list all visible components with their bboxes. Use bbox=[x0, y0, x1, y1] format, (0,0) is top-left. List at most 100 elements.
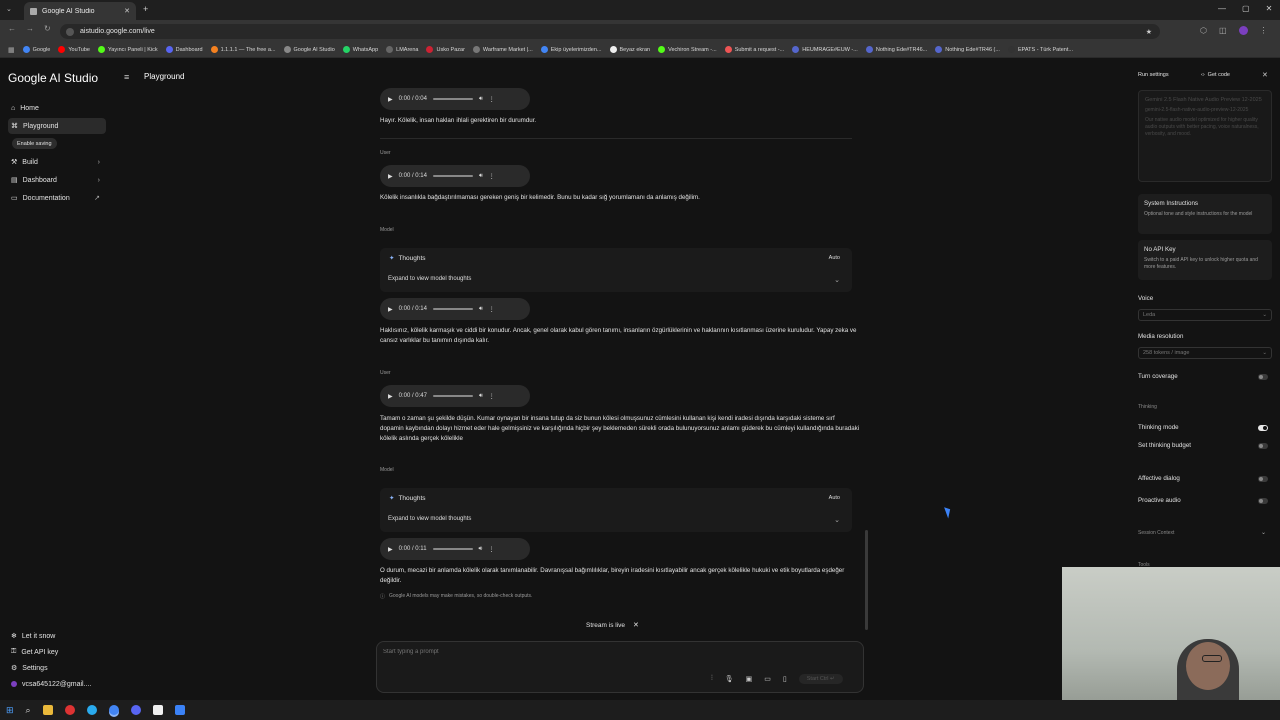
media-resolution-select[interactable]: 258 tokens / image ⌄ bbox=[1138, 347, 1272, 359]
omnibox[interactable]: aistudio.google.com/live ★ bbox=[60, 24, 1160, 39]
screen-share-icon[interactable]: ▭ bbox=[764, 675, 771, 683]
chrome-icon[interactable] bbox=[108, 705, 119, 715]
bookmark-item[interactable]: Submit a request -... bbox=[724, 46, 784, 53]
thinking-mode-toggle[interactable] bbox=[1258, 425, 1268, 431]
back-icon[interactable]: ← bbox=[8, 24, 16, 33]
prompt-input[interactable] bbox=[383, 649, 683, 655]
sidebar-item-dashboard[interactable]: ▤ Dashboard › bbox=[8, 172, 106, 188]
more-icon[interactable]: ⋮ bbox=[488, 546, 494, 553]
chevron-down-icon[interactable]: ⌄ bbox=[834, 516, 840, 524]
run-button[interactable]: Start Ctrl ↵ bbox=[798, 674, 843, 684]
audio-progress[interactable] bbox=[432, 308, 473, 310]
sidebar-item-documentation[interactable]: ▭ Documentation ↗ bbox=[8, 190, 106, 206]
audio-player[interactable]: ▶ 0:00 / 0:14 🔊︎ ⋮ bbox=[380, 298, 530, 320]
expand-thoughts-link[interactable]: Expand to view model thoughts bbox=[388, 516, 471, 522]
thoughts-panel[interactable]: ✦ Thoughts Auto Expand to view model thou… bbox=[380, 248, 852, 292]
expand-thoughts-link[interactable]: Expand to view model thoughts bbox=[388, 276, 471, 282]
sidebar-item-let-it-snow[interactable]: ❄ Let it snow bbox=[8, 628, 106, 644]
reload-icon[interactable]: ↻ bbox=[44, 24, 51, 33]
audio-progress[interactable] bbox=[432, 175, 473, 177]
turn-coverage-toggle[interactable] bbox=[1258, 374, 1268, 380]
bookmark-item[interactable]: Dashboard bbox=[165, 46, 203, 53]
sidebar-item-build[interactable]: ⚒ Build › bbox=[8, 154, 106, 170]
puzzle-icon[interactable]: ◫ bbox=[1219, 26, 1227, 35]
sidebar-item-home[interactable]: ⌂ Home bbox=[8, 100, 106, 116]
audio-progress[interactable] bbox=[432, 548, 473, 550]
menu-toggle-icon[interactable]: ≡ bbox=[124, 72, 129, 82]
file-explorer-icon[interactable] bbox=[42, 705, 53, 715]
search-icon[interactable]: ⌕ bbox=[26, 705, 31, 716]
tab-list-icon[interactable]: ⌄ bbox=[6, 5, 12, 13]
affective-dialog-toggle[interactable] bbox=[1258, 476, 1268, 482]
audio-player[interactable]: ▶ 0:00 / 0:11 🔊︎ ⋮ bbox=[380, 538, 530, 560]
bookmark-item[interactable]: Ekip üyelerimizden... bbox=[540, 46, 602, 53]
audio-player[interactable]: ▶ 0:00 / 0:14 🔊︎ ⋮ bbox=[380, 165, 530, 187]
telegram-icon[interactable] bbox=[86, 705, 97, 715]
play-icon[interactable]: ▶ bbox=[388, 393, 393, 400]
tab-close-icon[interactable]: ✕ bbox=[124, 7, 130, 15]
more-icon[interactable]: ⋮ bbox=[489, 393, 495, 400]
api-key-card[interactable]: No API Key Switch to a paid API key to u… bbox=[1138, 240, 1272, 280]
profile-avatar[interactable] bbox=[1238, 26, 1248, 35]
bookmark-item[interactable]: Google AI Studio bbox=[283, 46, 335, 53]
audio-progress[interactable] bbox=[432, 98, 473, 100]
sidebar-item-playground[interactable]: ⌘ Playground bbox=[8, 118, 106, 134]
volume-icon[interactable]: 🔊︎ bbox=[479, 306, 483, 313]
more-icon[interactable]: ⋮ bbox=[489, 306, 495, 313]
chat-scrollbar[interactable] bbox=[865, 530, 868, 630]
new-tab-icon[interactable]: + bbox=[143, 4, 148, 14]
volume-icon[interactable]: 🔊︎ bbox=[479, 96, 483, 103]
bookmark-star-icon[interactable]: ★ bbox=[1146, 28, 1152, 36]
video-icon[interactable]: ▣ bbox=[746, 675, 753, 683]
more-menu-icon[interactable]: ⋮ bbox=[1260, 26, 1268, 35]
sidebar-item-get-api-key[interactable]: ⚿ Get API key bbox=[8, 644, 106, 660]
bookmark-item[interactable]: Usko Pazar bbox=[426, 46, 465, 53]
system-instructions-card[interactable]: System Instructions Optional tone and st… bbox=[1138, 194, 1272, 234]
play-icon[interactable]: ▶ bbox=[388, 546, 393, 553]
extension-icon[interactable]: ⬡ bbox=[1200, 26, 1207, 35]
windows-start-icon[interactable]: ⊞ bbox=[6, 705, 14, 716]
bookmark-item[interactable]: Yayıncı Paneli | Kick bbox=[98, 46, 158, 53]
more-icon[interactable]: ⋮ bbox=[489, 96, 495, 103]
bookmark-item[interactable]: LMArena bbox=[386, 46, 418, 53]
play-icon[interactable]: ▶ bbox=[388, 96, 393, 103]
account-item[interactable]: vcsa645122@gmail.... bbox=[8, 676, 106, 692]
app-icon[interactable] bbox=[174, 705, 185, 715]
file-icon[interactable]: ▯ bbox=[783, 675, 787, 683]
bookmark-item[interactable]: Google bbox=[22, 46, 50, 53]
browser-tab[interactable]: Google AI Studio ✕ bbox=[24, 2, 136, 20]
close-window-icon[interactable]: ✕ bbox=[1266, 4, 1273, 13]
voice-select[interactable]: Leda ⌄ bbox=[1138, 309, 1272, 321]
chevron-down-icon[interactable]: ⌄ bbox=[1261, 529, 1266, 536]
apps-icon[interactable]: ▦ bbox=[8, 46, 15, 54]
close-stream-icon[interactable]: ✕ bbox=[633, 621, 639, 629]
play-icon[interactable]: ▶ bbox=[388, 173, 393, 180]
bookmark-item[interactable]: Nothing Ede#TR46... bbox=[865, 46, 927, 53]
chevron-down-icon[interactable]: ⌄ bbox=[834, 276, 840, 284]
sidebar-item-settings[interactable]: ⚙ Settings bbox=[8, 660, 106, 676]
proactive-audio-toggle[interactable] bbox=[1258, 498, 1268, 504]
app-icon[interactable] bbox=[64, 705, 75, 715]
thinking-budget-toggle[interactable] bbox=[1258, 443, 1268, 449]
bookmark-item[interactable]: YouTube bbox=[58, 46, 90, 53]
get-code-button[interactable]: ‹› Get code bbox=[1201, 72, 1230, 78]
bookmark-item[interactable]: HEUMRAGE#EUW -... bbox=[792, 46, 858, 53]
enable-saving-button[interactable]: Enable saving bbox=[12, 138, 57, 149]
app-logo[interactable]: Google AI Studio bbox=[8, 71, 98, 85]
volume-icon[interactable]: 🔊︎ bbox=[479, 393, 483, 400]
thoughts-panel[interactable]: ✦ Thoughts Auto Expand to view model thou… bbox=[380, 488, 852, 532]
model-selector-card[interactable]: Gemini 2.5 Flash Native Audio Preview 12… bbox=[1138, 90, 1272, 182]
close-panel-icon[interactable]: ✕ bbox=[1262, 71, 1268, 79]
more-icon[interactable]: ⋮ bbox=[489, 173, 495, 180]
volume-icon[interactable]: 🔊︎ bbox=[479, 546, 483, 553]
app-icon[interactable] bbox=[152, 705, 163, 715]
forward-icon[interactable]: → bbox=[26, 24, 34, 33]
microphone-icon[interactable]: 🎙︎ bbox=[725, 675, 734, 683]
bookmark-item[interactable]: WhatsApp bbox=[342, 46, 378, 53]
discord-icon[interactable] bbox=[130, 705, 141, 715]
site-info-icon[interactable] bbox=[66, 27, 74, 36]
minimize-icon[interactable]: — bbox=[1218, 4, 1226, 13]
bookmark-item[interactable]: Nothing Ede#TR46 (... bbox=[935, 46, 1000, 53]
bookmark-item[interactable]: EPATS - Türk Patent... bbox=[1007, 46, 1073, 53]
bookmark-item[interactable]: Beyaz ekran bbox=[609, 46, 650, 53]
